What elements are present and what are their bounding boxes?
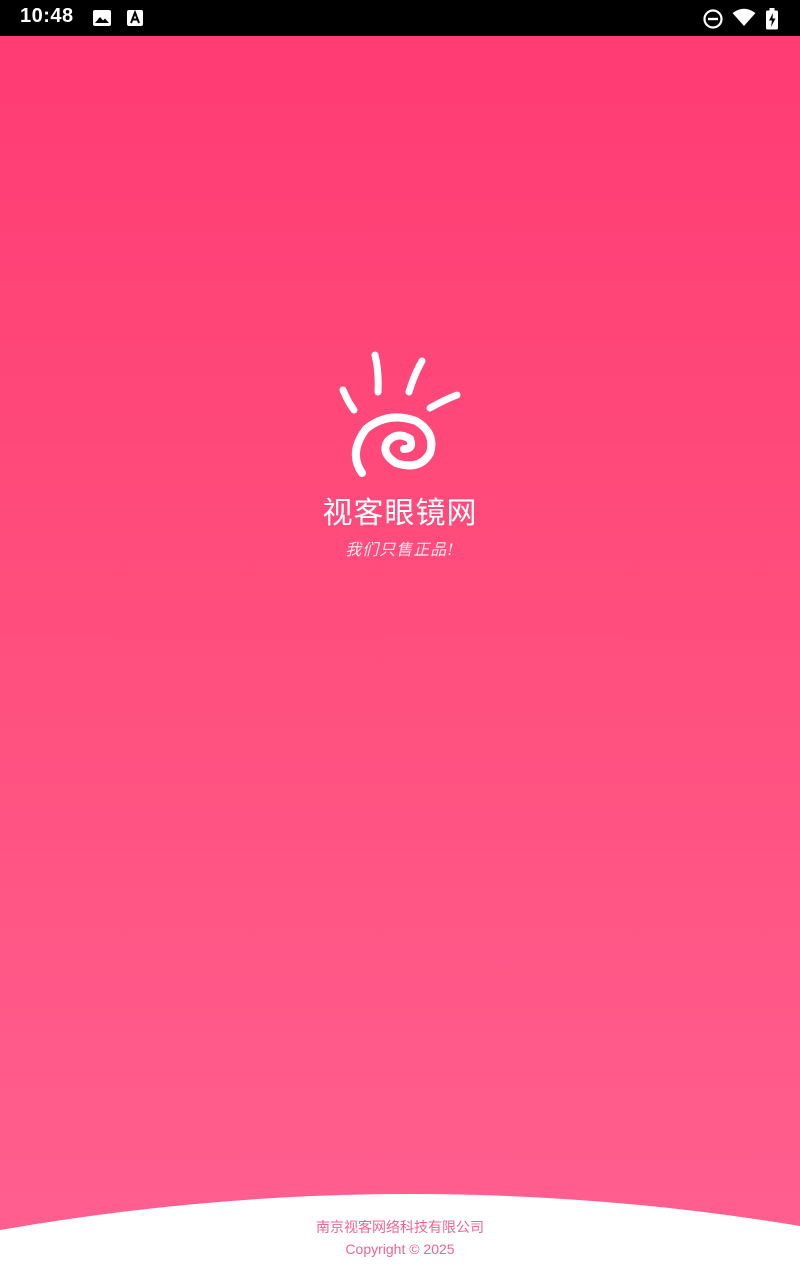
copyright-text: Copyright © 2025 <box>345 1241 455 1257</box>
font-download-icon <box>127 9 143 26</box>
image-icon <box>93 10 111 26</box>
splash-screen: 10:48 视客眼镜网 我们只售正品! 南京视客网络科技有限公司 Copyrig… <box>0 0 800 1280</box>
battery-charging-icon <box>766 8 778 30</box>
status-time: 10:48 <box>20 5 74 27</box>
company-name: 南京视客网络科技有限公司 <box>316 1220 484 1236</box>
brand-name: 视客眼镜网 <box>322 496 478 531</box>
do-not-disturb-icon <box>703 9 723 29</box>
status-bar: 10:48 <box>0 0 800 36</box>
wifi-icon <box>732 8 756 26</box>
sun-swirl-logo-icon <box>339 351 461 477</box>
slogan: 我们只售正品! <box>345 540 455 559</box>
